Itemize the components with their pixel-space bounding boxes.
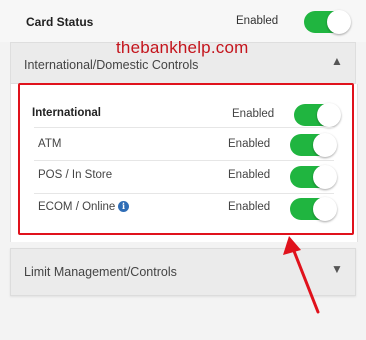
watermark-text: thebankhelp.com [116,38,249,57]
card-status-label: Card Status [26,15,94,29]
card-status-value: Enabled [236,15,279,27]
highlight-box [18,83,354,235]
toggle-knob [327,10,351,34]
limit-management-title: Limit Management/Controls [24,265,177,279]
chevron-down-icon[interactable]: ▼ [331,262,343,276]
card-status-toggle[interactable] [304,10,351,34]
intl-domestic-section-title: International/Domestic Controls [24,58,199,72]
chevron-up-icon[interactable]: ▲ [331,54,343,68]
